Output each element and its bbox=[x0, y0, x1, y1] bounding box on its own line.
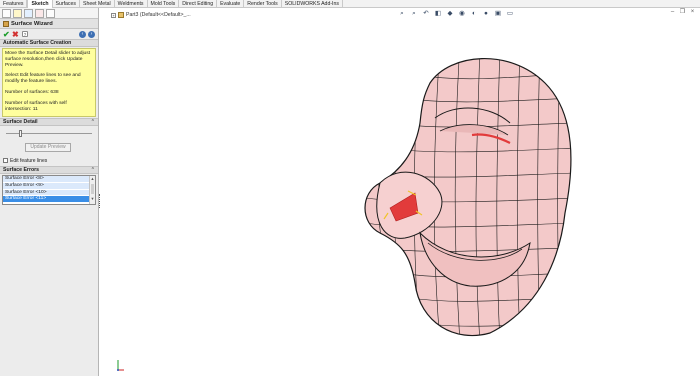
edit-feature-lines-row: Edit feature lines bbox=[0, 156, 98, 165]
surface-detail-group-header[interactable]: Surface Detail ⌃ bbox=[0, 118, 98, 126]
message-feature-lines: Select Edit feature lines to see and mod… bbox=[5, 73, 81, 85]
collapse-icon[interactable]: ⌃ bbox=[91, 167, 95, 173]
display-style-icon[interactable]: ◉ bbox=[458, 10, 466, 18]
view-orientation-icon[interactable]: ◆ bbox=[446, 10, 454, 18]
edit-feature-lines-checkbox[interactable] bbox=[3, 158, 8, 163]
graphics-area[interactable]: + Part3 (Default<<Default>_... ⌕ ⌕ ↶ ◧ ◆… bbox=[100, 8, 700, 376]
tabbar-filler bbox=[343, 0, 700, 7]
edit-appearance-icon[interactable]: ● bbox=[482, 10, 490, 18]
tab-surfaces[interactable]: Surfaces bbox=[53, 0, 80, 8]
scroll-down-icon[interactable]: ▼ bbox=[90, 196, 95, 202]
tab-weldments[interactable]: Weldments bbox=[115, 0, 148, 8]
part-icon bbox=[118, 12, 124, 18]
property-manager-panel: Surface Wizard ✔ ✖ ? ‹ › Automatic Surfa… bbox=[0, 8, 99, 376]
previous-page-icon[interactable]: ‹ bbox=[79, 30, 86, 38]
collapse-icon[interactable]: ⌃ bbox=[91, 119, 95, 125]
edit-feature-lines-label: Edit feature lines bbox=[10, 157, 48, 164]
tab-sketch[interactable]: Sketch bbox=[27, 0, 53, 8]
hide-show-icon[interactable]: ◐ bbox=[470, 10, 478, 18]
update-preview-button[interactable]: Update Preview bbox=[25, 143, 71, 152]
property-manager-tab-icon[interactable] bbox=[13, 8, 22, 18]
zoom-area-icon[interactable]: ⌕ bbox=[410, 10, 418, 18]
tab-features[interactable]: Features bbox=[0, 0, 28, 8]
surface-detail-slider-thumb[interactable] bbox=[19, 130, 22, 137]
heads-up-view-toolbar: ⌕ ⌕ ↶ ◧ ◆ ◉ ◐ ● ▣ ▭ bbox=[398, 10, 514, 18]
surface-errors-list[interactable]: Surface Error <8> Surface Error <9> Surf… bbox=[2, 175, 96, 205]
view-settings-icon[interactable]: ▭ bbox=[506, 10, 514, 18]
property-manager-title: Surface Wizard bbox=[0, 19, 98, 29]
tab-solidworks-addins[interactable]: SOLIDWORKS Add-Ins bbox=[282, 0, 343, 8]
coordinate-triad-icon bbox=[117, 360, 124, 371]
list-item-selected[interactable]: Surface Error <11> bbox=[3, 196, 95, 204]
close-icon[interactable]: × bbox=[689, 9, 696, 16]
mesh-surface bbox=[364, 58, 572, 337]
message-surface-count: Number of surfaces: 638 bbox=[5, 89, 59, 95]
list-item[interactable]: Surface Error <9> bbox=[3, 182, 95, 190]
flyout-feature-tree[interactable]: + Part3 (Default<<Default>_... bbox=[111, 12, 191, 18]
list-scrollbar[interactable]: ▲ ▼ bbox=[89, 176, 95, 204]
part-name: Part3 (Default<<Default>_... bbox=[126, 12, 191, 18]
surface-detail-heading: Surface Detail bbox=[3, 119, 38, 125]
auto-surface-heading: Automatic Surface Creation bbox=[3, 40, 72, 46]
list-item[interactable]: Surface Error <8> bbox=[3, 176, 95, 183]
info-message-box: Move the Surface Detail slider to adjust… bbox=[2, 48, 96, 117]
scroll-up-icon[interactable]: ▲ bbox=[90, 176, 95, 182]
tab-direct-editing[interactable]: Direct Editing bbox=[179, 0, 218, 8]
minimize-icon[interactable]: – bbox=[669, 9, 676, 16]
tab-render-tools[interactable]: Render Tools bbox=[244, 0, 282, 8]
apply-scene-icon[interactable]: ▣ bbox=[494, 10, 502, 18]
feature-tree-tab-icon[interactable] bbox=[2, 8, 11, 18]
manager-tabs bbox=[0, 8, 98, 19]
next-page-icon[interactable]: › bbox=[88, 30, 95, 38]
previous-view-icon[interactable]: ↶ bbox=[422, 10, 430, 18]
message-instructions: Move the Surface Detail slider to adjust… bbox=[5, 51, 91, 68]
help-button[interactable]: ? bbox=[22, 31, 28, 37]
cancel-button[interactable]: ✖ bbox=[12, 30, 20, 39]
configuration-manager-tab-icon[interactable] bbox=[24, 8, 33, 18]
message-self-intersection-count: Number of surfaces with self intersectio… bbox=[5, 100, 67, 112]
surface-wizard-icon bbox=[3, 20, 9, 27]
tab-sheet-metal[interactable]: Sheet Metal bbox=[80, 0, 115, 8]
expand-icon[interactable]: + bbox=[111, 12, 116, 18]
command-manager-tabs: Features Sketch Surfaces Sheet Metal Wel… bbox=[0, 0, 700, 8]
viewport-window-controls: – ❐ × bbox=[669, 9, 696, 16]
surface-mesh-model[interactable] bbox=[360, 43, 580, 343]
auto-surface-group-header[interactable]: Automatic Surface Creation bbox=[0, 39, 98, 47]
display-manager-tab-icon[interactable] bbox=[46, 8, 55, 18]
surface-errors-heading: Surface Errors bbox=[3, 167, 40, 173]
tab-evaluate[interactable]: Evaluate bbox=[217, 0, 245, 8]
zoom-fit-icon[interactable]: ⌕ bbox=[398, 10, 406, 18]
tab-mold-tools[interactable]: Mold Tools bbox=[148, 0, 180, 8]
surface-errors-group-header[interactable]: Surface Errors ⌃ bbox=[0, 166, 98, 174]
surface-detail-area: Update Preview bbox=[0, 126, 98, 156]
section-view-icon[interactable]: ◧ bbox=[434, 10, 442, 18]
dimxpert-manager-tab-icon[interactable] bbox=[35, 8, 44, 18]
surface-wizard-title: Surface Wizard bbox=[11, 20, 53, 27]
restore-icon[interactable]: ❐ bbox=[679, 9, 686, 16]
pm-action-bar: ✔ ✖ ? ‹ › bbox=[0, 29, 98, 39]
ok-button[interactable]: ✔ bbox=[3, 30, 11, 39]
scroll-thumb[interactable] bbox=[91, 184, 94, 194]
